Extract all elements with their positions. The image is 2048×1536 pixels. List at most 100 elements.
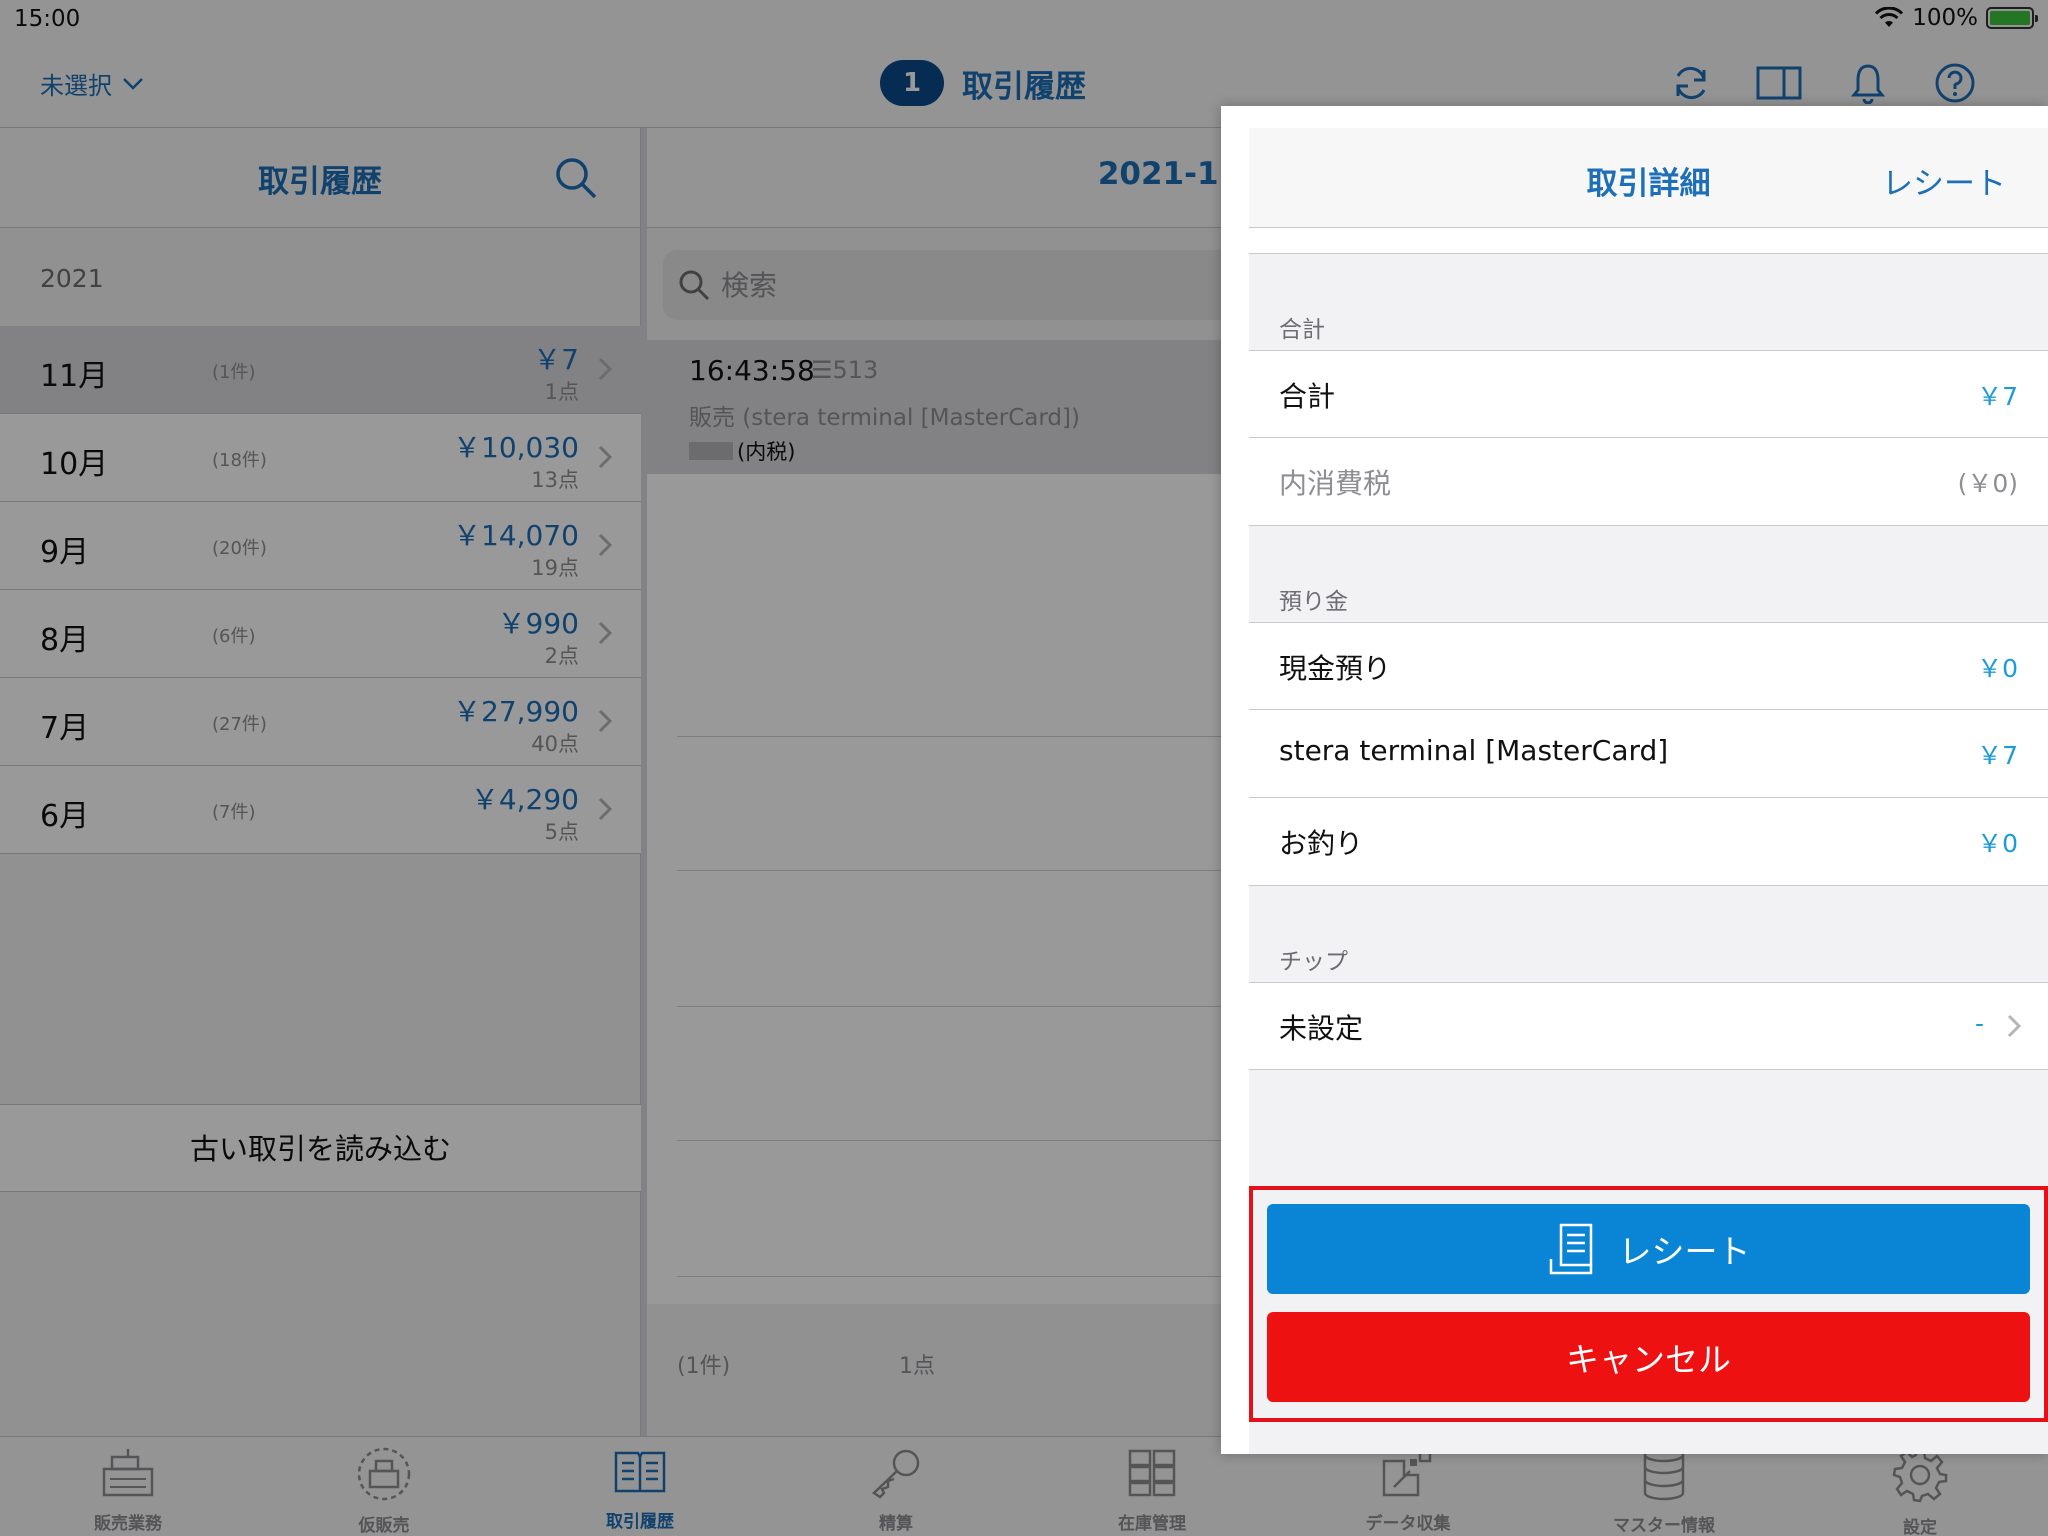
change-label: お釣り	[1279, 827, 1364, 860]
database-icon	[1641, 1447, 1687, 1505]
list-separator	[677, 1276, 1247, 1277]
tab-label: 設定	[1903, 1518, 1937, 1536]
month-count: (27件)	[212, 714, 267, 735]
search-icon	[679, 270, 710, 301]
month-row[interactable]: 10月 (18件) ￥10,030 13点	[0, 414, 641, 502]
bell-icon[interactable]	[1845, 60, 1891, 106]
list-separator	[677, 1140, 1247, 1141]
day-title: 2021-11-02	[1097, 156, 1247, 192]
month-qty: 2点	[544, 644, 579, 668]
battery-percent: 100%	[1912, 5, 1978, 31]
month-name: 8月	[40, 623, 90, 658]
receipt-link[interactable]: レシート	[1882, 158, 2006, 203]
search-icon[interactable]	[554, 156, 598, 200]
list-separator	[677, 870, 1247, 871]
month-amount: ￥27,990	[453, 695, 579, 728]
tax-label: 内消費税	[1279, 467, 1392, 500]
total-value: ￥7	[1977, 382, 2018, 411]
refresh-icon[interactable]	[1668, 60, 1714, 106]
year-label: 2021	[40, 264, 104, 293]
month-count: (1件)	[212, 362, 256, 383]
page-title: 取引履歴	[962, 68, 1086, 105]
tab-key[interactable]: 精算	[768, 1437, 1024, 1536]
nav-center: 1 取引履歴	[880, 60, 1086, 106]
gear-icon	[1892, 1447, 1948, 1507]
transaction-row[interactable]: 16:43:58 ☰513 販売 (stera terminal [Master…	[647, 340, 1247, 474]
history-column: 取引履歴 2021 11月 (1件) ￥7 1点 10月 (18件) ￥10,030 13点 9…	[0, 128, 641, 1436]
receipt-button[interactable]: レシート	[1267, 1204, 2030, 1294]
tab-label: データ収集	[1365, 1514, 1451, 1534]
split-view-icon[interactable]	[1756, 60, 1802, 106]
search-bar[interactable]	[663, 250, 1247, 320]
detail-content: 取引詳細 レシート 合計 合計 ￥7 内消費税 (￥0) 預り金 現金預り ￥0…	[1249, 128, 2048, 1454]
card-value: ￥7	[1977, 741, 2018, 770]
tab-temp-register[interactable]: 仮販売	[256, 1437, 512, 1536]
day-footer: (1件) 1点	[647, 1304, 1247, 1436]
footer-count: (1件)	[677, 1354, 731, 1379]
status-bar: 15:00 100%	[0, 0, 2048, 40]
total-label: 合計	[1279, 380, 1336, 413]
month-count: (18件)	[212, 450, 267, 471]
month-row[interactable]: 11月 (1件) ￥7 1点	[0, 326, 641, 414]
detail-header: 取引詳細 レシート	[1249, 128, 2048, 228]
battery-icon	[1986, 7, 2038, 29]
transaction-tax: (内税)	[689, 436, 795, 466]
month-name: 6月	[40, 799, 90, 834]
redacted-block	[689, 442, 733, 460]
cash-row: 現金預り ￥0	[1249, 622, 2048, 710]
card-row: stera terminal [MasterCard] ￥7	[1249, 710, 2048, 798]
store-select-label: 未選択	[40, 72, 112, 100]
month-amount: ￥14,070	[453, 519, 579, 552]
help-icon[interactable]	[1932, 60, 1978, 106]
card-label: stera terminal [MasterCard]	[1279, 734, 1669, 767]
tab-label: 取引履歴	[606, 1512, 674, 1532]
search-input[interactable]	[721, 268, 1221, 302]
transaction-list: 16:43:58 ☰513 販売 (stera terminal [Master…	[647, 340, 1247, 1304]
tip-row[interactable]: 未設定 -	[1249, 982, 2048, 1070]
change-value: ￥0	[1977, 829, 2018, 858]
history-header: 取引履歴	[0, 128, 640, 228]
section-tip: チップ	[1279, 949, 1348, 975]
month-name: 9月	[40, 535, 90, 570]
key-icon	[868, 1447, 924, 1503]
chevron-down-icon	[123, 77, 143, 90]
month-row[interactable]: 7月 (27件) ￥27,990 40点	[0, 678, 641, 766]
month-name: 10月	[40, 447, 109, 482]
detail-top-row	[1249, 228, 2048, 254]
month-row[interactable]: 8月 (6件) ￥990 2点	[0, 590, 641, 678]
month-qty: 1点	[544, 380, 579, 404]
load-older-button[interactable]: 古い取引を読み込む	[0, 1104, 641, 1192]
cancel-button[interactable]: キャンセル	[1267, 1312, 2030, 1402]
month-qty: 40点	[531, 732, 579, 756]
tab-history-book[interactable]: 取引履歴	[512, 1437, 768, 1536]
change-row: お釣り ￥0	[1249, 798, 2048, 886]
detail-panel: 取引詳細 レシート 合計 合計 ￥7 内消費税 (￥0) 預り金 現金預り ￥0…	[1221, 106, 2048, 1454]
month-count: (20件)	[212, 538, 267, 559]
month-row[interactable]: 6月 (7件) ￥4,290 5点	[0, 766, 641, 854]
history-book-icon	[612, 1447, 668, 1501]
tax-row: 内消費税 (￥0)	[1249, 438, 2048, 526]
month-row[interactable]: 9月 (20件) ￥14,070 19点	[0, 502, 641, 590]
cash-label: 現金預り	[1279, 652, 1392, 685]
nav-badge: 1	[880, 60, 944, 106]
month-qty: 5点	[544, 820, 579, 844]
chevron-right-icon	[597, 532, 613, 562]
tab-register[interactable]: 販売業務	[0, 1437, 256, 1536]
chevron-right-icon	[597, 796, 613, 826]
day-header: 2021-11-02	[647, 128, 1247, 228]
list-separator	[677, 736, 1247, 737]
action-highlight-frame: レシート キャンセル	[1249, 1186, 2048, 1422]
transaction-type: 販売 (stera terminal [MasterCard])	[689, 405, 1080, 431]
month-count: (6件)	[212, 626, 256, 647]
cabinet-icon	[1126, 1447, 1178, 1503]
data-collect-icon	[1380, 1447, 1436, 1503]
status-right: 100%	[1874, 5, 2038, 31]
tab-label: 精算	[879, 1514, 913, 1534]
store-select[interactable]: 未選択	[40, 66, 144, 101]
wifi-icon	[1875, 7, 1904, 27]
month-qty: 13点	[531, 468, 579, 492]
day-column: 2021-11-02 16:43:58 ☰513 販売 (stera termi…	[647, 128, 1247, 1436]
chevron-right-icon	[597, 444, 613, 474]
month-name: 7月	[40, 711, 90, 746]
transaction-time: 16:43:58	[689, 354, 815, 387]
